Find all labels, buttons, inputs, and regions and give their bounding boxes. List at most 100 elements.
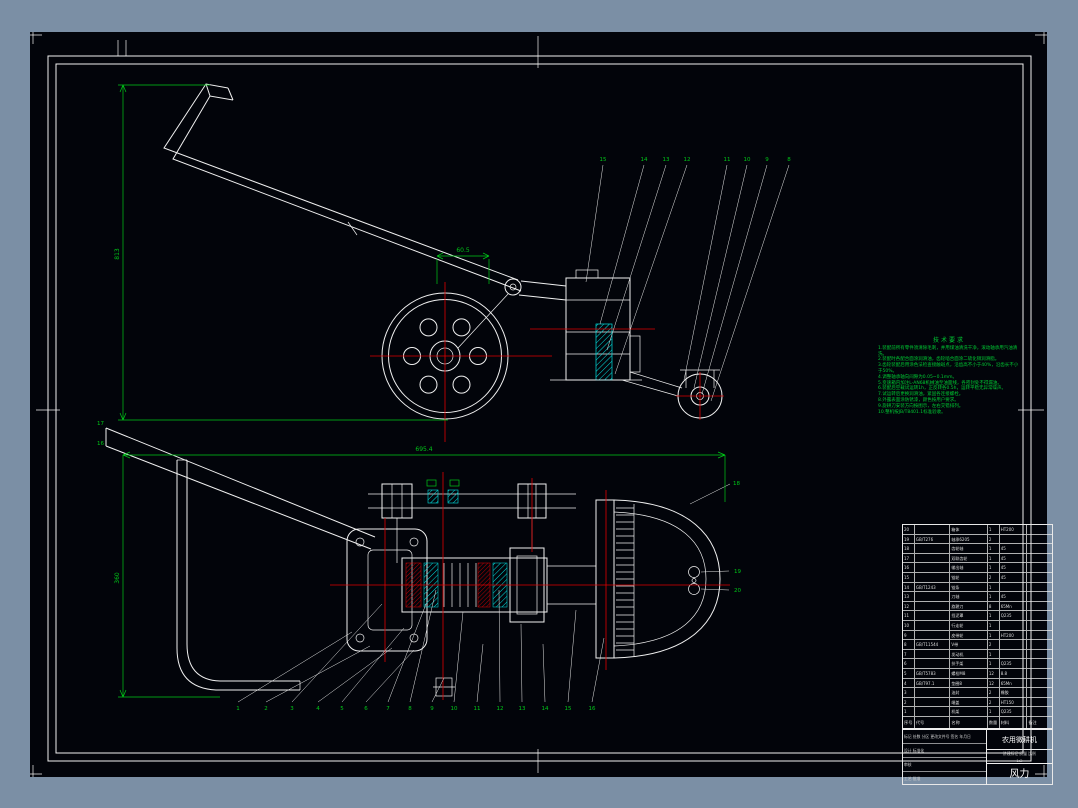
leader-lines-top: [585, 164, 790, 402]
dim-height-label: 360: [114, 572, 121, 584]
parts-list-row: 13 刀轴 1 45: [903, 592, 1052, 602]
parts-list-row: 19 GB/T276 轴承6205 2: [903, 534, 1052, 545]
shaft-gear-train: [401, 547, 596, 697]
part-note: [1027, 621, 1052, 630]
notes-title: 技术要求: [932, 337, 965, 344]
part-material: 45: [1000, 553, 1028, 563]
dimensions-top-view: 813 60.5: [114, 84, 490, 421]
parts-list-row: 9 皮带轮 1 HT200: [903, 630, 1052, 641]
part-name: 行走轮: [950, 620, 988, 630]
parts-list-row: 8 GB/T11544 V带 2: [903, 640, 1052, 650]
part-material: Q235: [1000, 707, 1028, 716]
part-label: 14: [641, 157, 648, 163]
part-note: [1027, 544, 1052, 553]
part-seq: 4: [903, 678, 915, 688]
header-qty: 数量: [988, 717, 1000, 728]
part-seq: 20: [903, 525, 915, 534]
part-code: GB/T1243: [915, 582, 951, 592]
header-seq: 序号: [903, 717, 915, 728]
part-material: 45: [1000, 592, 1028, 601]
parts-list-row: 18 齿轮轴 1 45: [903, 544, 1052, 554]
part-note: [1027, 669, 1052, 678]
part-label: 8: [787, 157, 791, 163]
part-label: 15: [565, 706, 572, 712]
part-note: [1027, 631, 1052, 640]
part-seq: 19: [903, 534, 915, 544]
part-note: [1027, 650, 1052, 659]
parts-list-row: 12 旋耕刀 8 65Mn: [903, 601, 1052, 612]
header-name: 名称: [950, 717, 988, 728]
part-note: [1027, 698, 1052, 707]
part-label: 10: [744, 157, 751, 163]
parts-list-row: 7 发动机 1: [903, 649, 1052, 660]
title-block-bottom: 标记 处数 分区 更改文件号 签名 年月日 设计 标准化 审核 工艺 批准 农用微耕机…: [903, 729, 1052, 785]
scale-value: 1:2: [1016, 758, 1023, 763]
parts-list-row: 1 机架 1 Q235: [903, 707, 1052, 717]
part-seq: 17: [903, 553, 915, 563]
part-seq: 7: [903, 649, 915, 659]
part-label: 11: [724, 157, 731, 163]
revision-row: 标记 处数 分区 更改文件号 签名 年月日: [903, 730, 986, 744]
revision-row: 工艺 批准: [904, 776, 921, 781]
handlebar-side: [163, 83, 522, 292]
parts-list-row: 6 扶手架 1 Q235: [903, 659, 1052, 669]
part-material: HT200: [1000, 525, 1028, 534]
part-seq: 15: [903, 572, 915, 582]
part-label: 12: [497, 706, 504, 712]
note-line: 3.齿轮装配后用涂色法检查接触斑点，沿齿高不小于40%，沿齿长不小于50%。: [878, 363, 1019, 374]
part-code: [915, 688, 951, 697]
technical-notes: 技术要求 1.装配前所有零件须清除毛刺，并用煤油清洗干净，滚动轴承用汽油清洗。 2…: [878, 338, 1020, 415]
parts-list-row: 14 GB/T1243 链条 1: [903, 582, 1052, 593]
part-code: [915, 572, 951, 582]
part-code: [915, 525, 951, 534]
header-code: 代号: [915, 717, 951, 728]
part-label: 13: [519, 706, 526, 712]
part-qty: 1: [988, 592, 1000, 601]
pulley-assembly: [368, 479, 576, 563]
note-line: 10.整机按JB/T8401.1标准验收。: [878, 409, 946, 415]
drawing-title: 农用微耕机: [986, 730, 1052, 750]
part-code: [915, 707, 951, 716]
part-label: 4: [316, 706, 320, 712]
part-code: [915, 697, 951, 707]
part-label: 3: [290, 706, 294, 712]
part-code: [915, 649, 951, 659]
part-seq: 3: [903, 688, 915, 697]
part-label: 6: [364, 706, 368, 712]
part-label: 20: [734, 588, 741, 594]
bottom-view: 1 2 3 4 5 6 7 8 9 10 11 12 13 14 15 16 1: [97, 421, 741, 712]
part-name: 挡泥罩: [950, 611, 988, 620]
centerlines-top-view: [370, 282, 724, 442]
part-material: Q235: [1000, 659, 1028, 668]
part-name: 皮带轮: [950, 630, 988, 640]
part-note: [1027, 707, 1052, 716]
part-seq: 1: [903, 707, 915, 716]
part-material: [1000, 582, 1028, 592]
part-qty: 1: [988, 649, 1000, 659]
dim-height-label: 813: [114, 248, 121, 260]
part-code: [915, 630, 951, 640]
part-material: 45: [1000, 563, 1028, 572]
part-code: [915, 611, 951, 620]
part-label: 14: [542, 706, 549, 712]
parts-list: 20 箱体 1 HT200 19 GB/T276 轴承6205 2 18 齿轮轴…: [903, 525, 1052, 717]
part-seq: 16: [903, 563, 915, 572]
part-name: 螺栓M8: [950, 668, 988, 678]
centerlines-bottom-view: [330, 472, 730, 700]
part-material: [1000, 620, 1028, 630]
part-material: 45: [1000, 572, 1028, 582]
revision-row: 审核: [903, 758, 986, 772]
part-code: [915, 563, 951, 572]
header-note: 备注: [1028, 720, 1037, 725]
parts-list-row: 4 GB/T97.1 垫圈8 12 65Mn: [903, 678, 1052, 689]
part-name: 发动机: [950, 649, 988, 659]
part-name: 轴承6205: [950, 534, 988, 544]
parts-list-row: 2 端盖 2 HT150: [903, 697, 1052, 708]
part-qty: 2: [988, 640, 1000, 649]
part-qty: 1: [988, 611, 1000, 620]
part-label: 16: [589, 706, 596, 712]
part-seq: 2: [903, 697, 915, 707]
scale-cells: 阶段标记 质量 比例 1:2: [986, 750, 1052, 764]
part-material: Q235: [1000, 611, 1028, 620]
part-qty: 1: [988, 553, 1000, 563]
